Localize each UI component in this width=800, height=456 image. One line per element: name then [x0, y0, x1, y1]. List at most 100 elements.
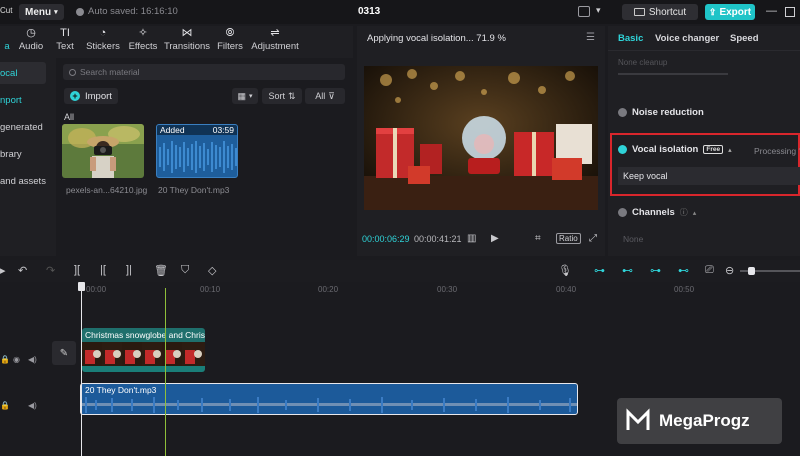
- tab-stickers[interactable]: ◔ Stickers: [82, 26, 124, 54]
- redo-icon[interactable]: ↷: [46, 264, 55, 277]
- select-icon[interactable]: ▸: [0, 264, 6, 277]
- tab-adjustment[interactable]: ⇌ Adjustment: [248, 26, 302, 54]
- faded-slider: [618, 73, 728, 75]
- maximize-icon[interactable]: [785, 7, 795, 17]
- sidebar-item-brand-assets[interactable]: and assets: [0, 170, 46, 192]
- tab-text[interactable]: TI Text: [48, 26, 82, 54]
- menu-icon[interactable]: ☰: [586, 32, 595, 43]
- ruler-label: 00:00: [86, 285, 107, 294]
- radio-icon: [618, 108, 627, 117]
- undo-icon[interactable]: ↶: [18, 264, 27, 277]
- play-icon[interactable]: ▶: [491, 233, 499, 244]
- playhead-handle[interactable]: [78, 282, 85, 291]
- sort-label: Sort: [268, 91, 285, 101]
- search-input[interactable]: Search material: [63, 64, 345, 80]
- timeline-ruler[interactable]: 00:00 00:10 00:20 00:30 00:40 00:50: [0, 282, 800, 296]
- sidebar-item-label: brary: [0, 148, 22, 160]
- channels-row[interactable]: Channels ⓘ ▴: [618, 207, 696, 218]
- sidebar-item-local[interactable]: ocal: [0, 62, 46, 84]
- view-toggle-button[interactable]: ▦ ▾: [232, 88, 258, 104]
- shortcut-button[interactable]: Shortcut: [622, 4, 698, 20]
- processing-status: Processing ?: [754, 146, 800, 156]
- magnet-icon[interactable]: ⊶: [594, 264, 605, 277]
- layout-icon[interactable]: [578, 6, 590, 17]
- chevron-up-icon: ▴: [728, 146, 732, 154]
- keyboard-icon: [633, 8, 645, 16]
- media-item-audio[interactable]: Added 03:59: [156, 124, 238, 178]
- noise-reduction-row[interactable]: Noise reduction: [618, 107, 704, 118]
- zoom-slider[interactable]: [740, 267, 800, 275]
- vocal-mode-select[interactable]: Keep vocal: [618, 167, 800, 185]
- sidebar-item-label: generated: [0, 121, 43, 133]
- cloud-check-icon: [76, 7, 84, 16]
- split-left-icon[interactable]: |[: [100, 264, 106, 276]
- chevron-down-icon[interactable]: ▾: [596, 5, 601, 16]
- tab-audio[interactable]: ◷ Audio: [14, 26, 48, 54]
- tab-effects[interactable]: ✧ Effects: [124, 26, 162, 54]
- channels-label: Channels: [632, 207, 675, 218]
- zoom-out-icon[interactable]: ⊖: [725, 264, 734, 277]
- audio-clip[interactable]: 20 They Don't.mp3: [80, 383, 578, 415]
- tab-transitions[interactable]: ⋈ Transitions: [162, 26, 212, 54]
- tab-transitions-label: Transitions: [163, 41, 211, 52]
- tool-tabs: a ◷ Audio TI Text ◔ Stickers ✧ Effects ⋈…: [0, 26, 353, 54]
- mark-icon[interactable]: ⛉: [181, 264, 189, 277]
- radio-icon: [618, 208, 627, 217]
- autosave-status: Auto saved: 16:16:10: [76, 6, 178, 17]
- cover-edit-button[interactable]: ✎: [52, 341, 76, 365]
- media-item-photo[interactable]: [62, 124, 144, 178]
- project-title[interactable]: 0313: [358, 6, 380, 17]
- checkmark-icon: [618, 145, 627, 154]
- tab-basic[interactable]: Basic: [618, 33, 643, 44]
- minimize-icon[interactable]: —: [766, 5, 777, 17]
- lock-icon[interactable]: 🔒: [0, 401, 10, 410]
- sidebar-item-import[interactable]: nport: [0, 89, 46, 111]
- ratio-button[interactable]: Ratio: [556, 233, 581, 244]
- export-button[interactable]: ⇪ Export: [705, 4, 755, 20]
- info-icon: ⓘ: [679, 208, 688, 217]
- import-button[interactable]: + Import: [64, 88, 118, 104]
- media-grid: Search material + Import ▦ ▾ Sort ⇅ All ⊽ A…: [56, 58, 353, 256]
- tab-media[interactable]: a: [0, 26, 14, 54]
- shortcut-label: Shortcut: [648, 6, 687, 18]
- fullscreen-grid-icon[interactable]: ▥: [467, 233, 476, 244]
- pencil-icon: ✎: [59, 347, 69, 359]
- crop-icon[interactable]: ⌗: [535, 233, 541, 244]
- added-badge-label: Added: [160, 125, 185, 135]
- snap-icon[interactable]: ⊷: [678, 264, 689, 277]
- expand-icon[interactable]: ⤢: [589, 233, 597, 244]
- speaker-icon[interactable]: ◀): [28, 355, 37, 364]
- microphone-icon[interactable]: 🎙: [558, 264, 572, 277]
- eye-icon[interactable]: ◉: [13, 355, 20, 364]
- preview-axis-icon[interactable]: ⊶: [650, 264, 661, 277]
- duration-label: 03:59: [212, 125, 234, 135]
- shield-icon[interactable]: ◇: [208, 264, 216, 277]
- fit-icon[interactable]: ⎚: [705, 264, 714, 277]
- sidebar-item-library[interactable]: brary: [0, 143, 46, 165]
- speaker-icon[interactable]: ◀): [28, 401, 37, 410]
- split-icon[interactable]: ][: [74, 264, 80, 276]
- preview-panel: Applying vocal isolation... 71.9 % ☰ 00:…: [357, 26, 605, 256]
- current-time: 00:00:06:29: [362, 234, 410, 244]
- playhead[interactable]: [81, 284, 82, 456]
- sidebar-item-label: ocal: [0, 67, 18, 79]
- sidebar-item-ai-generated[interactable]: generated: [0, 116, 46, 138]
- sort-button[interactable]: Sort ⇅: [262, 88, 302, 104]
- tab-voice-changer[interactable]: Voice changer: [655, 33, 719, 44]
- video-preview[interactable]: [364, 66, 598, 210]
- vocal-isolation-row[interactable]: Vocal isolation Free ▴: [618, 144, 732, 155]
- zoom-slider-handle[interactable]: [748, 267, 755, 275]
- split-right-icon[interactable]: ]|: [126, 264, 132, 276]
- tab-filters[interactable]: ⦾ Filters: [212, 26, 248, 54]
- lock-icon[interactable]: 🔒: [0, 355, 10, 364]
- link-icon[interactable]: ⊷: [622, 264, 633, 277]
- adjustment-icon: ⇌: [270, 27, 280, 39]
- grid-icon: ▦: [237, 90, 246, 101]
- noise-reduction-label: Noise reduction: [632, 107, 704, 118]
- menu-button[interactable]: Menu ▾: [19, 4, 64, 20]
- vocal-isolation-highlight: [610, 133, 800, 196]
- video-clip[interactable]: Christmas snowglobe and Christm: [82, 328, 205, 372]
- filter-button[interactable]: All ⊽: [305, 88, 345, 104]
- delete-icon[interactable]: 🗑: [154, 264, 168, 277]
- tab-speed[interactable]: Speed: [730, 33, 759, 44]
